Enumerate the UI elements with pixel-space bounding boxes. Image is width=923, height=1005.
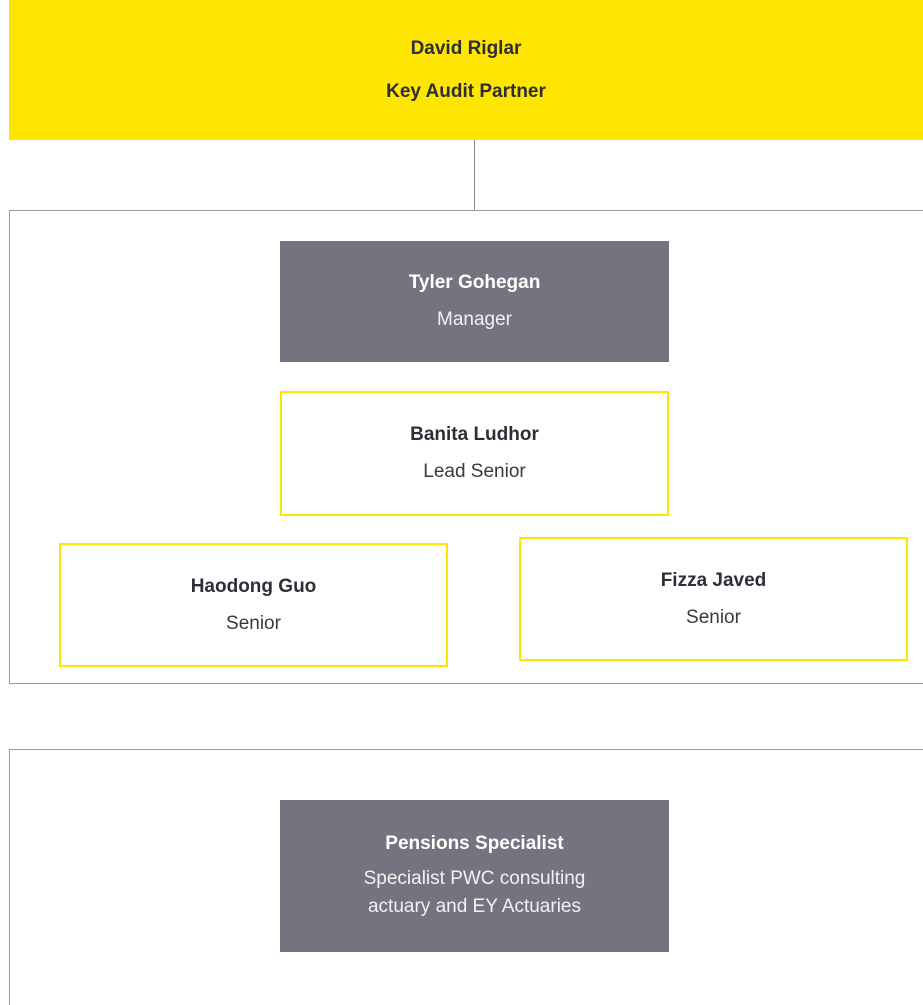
senior-role: Senior	[686, 606, 741, 628]
manager-node: Tyler Gohegan Manager	[280, 241, 669, 362]
specialist-role: Specialist PWC consulting actuary and EY…	[363, 868, 586, 917]
senior-node: Fizza Javed Senior	[519, 537, 908, 661]
senior-name: Haodong Guo	[190, 575, 317, 597]
specialist-name: Pensions Specialist	[385, 833, 564, 854]
lead-senior-name: Banita Ludhor	[410, 424, 539, 445]
specialist-panel: Pensions Specialist Specialist PWC consu…	[9, 749, 923, 1005]
lead-senior-node: Banita Ludhor Lead Senior	[280, 391, 669, 516]
partner-connector-line	[474, 140, 475, 211]
partner-name: David Riglar	[410, 37, 522, 59]
senior-node: Haodong Guo Senior	[59, 543, 448, 667]
audit-team-panel: Tyler Gohegan Manager Banita Ludhor Lead…	[9, 210, 923, 684]
manager-role: Manager	[437, 309, 512, 330]
specialist-node: Pensions Specialist Specialist PWC consu…	[280, 800, 669, 952]
senior-name: Fizza Javed	[660, 569, 767, 591]
manager-name: Tyler Gohegan	[408, 272, 541, 293]
partner-role: Key Audit Partner	[386, 80, 546, 102]
partner-box: David Riglar Key Audit Partner	[9, 0, 923, 140]
senior-role: Senior	[226, 612, 281, 634]
lead-senior-role: Lead Senior	[423, 461, 526, 482]
